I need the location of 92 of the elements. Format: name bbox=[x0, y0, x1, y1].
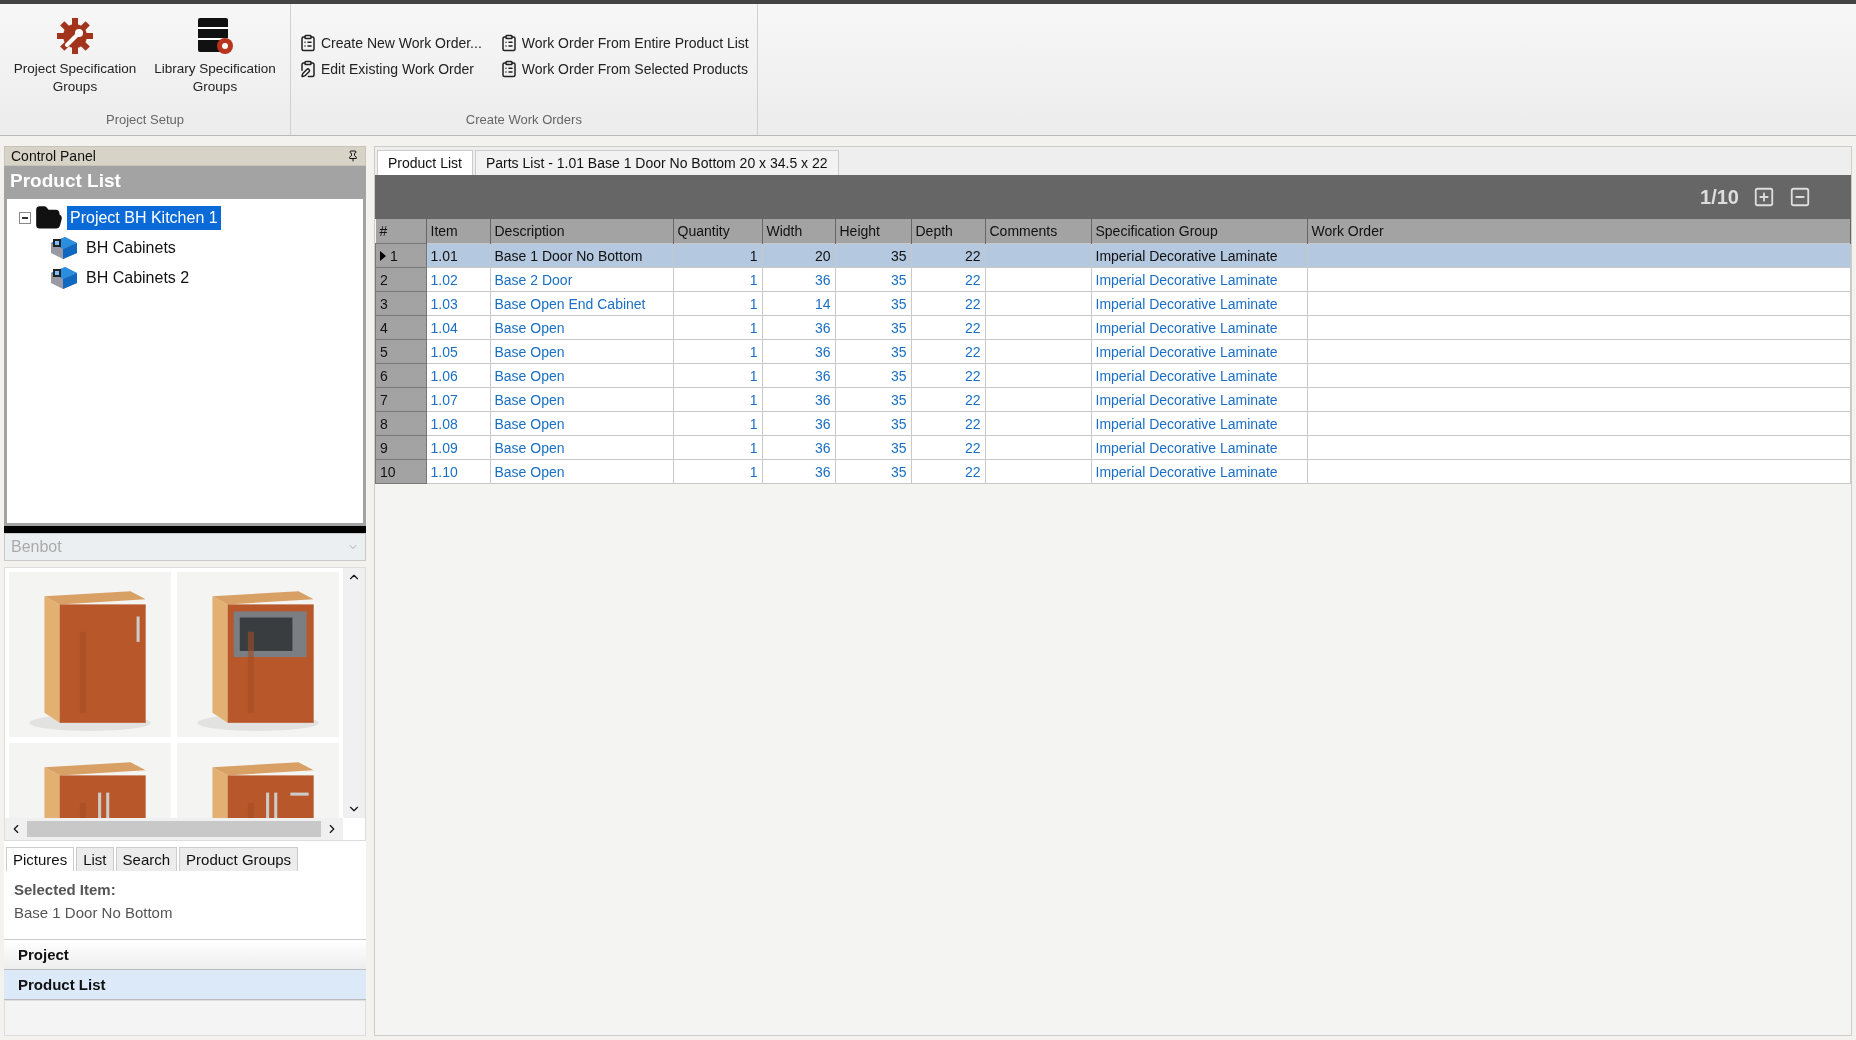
column-header[interactable]: Specification Group bbox=[1091, 219, 1307, 244]
table-cell: 20 bbox=[762, 243, 835, 268]
tree-item[interactable]: BH Cabinets bbox=[83, 236, 179, 260]
ribbon-button[interactable]: Work Order From Entire Product List bbox=[497, 34, 751, 52]
column-header[interactable]: Comments bbox=[985, 219, 1091, 244]
row-header[interactable]: 10 bbox=[375, 459, 426, 484]
ribbon-button[interactable]: Create New Work Order... bbox=[297, 34, 484, 52]
clipboard-icon bbox=[499, 60, 518, 78]
table-cell: Imperial Decorative Laminate bbox=[1091, 267, 1307, 292]
document-tab[interactable]: Product List bbox=[377, 150, 473, 175]
row-header[interactable]: 8 bbox=[375, 411, 426, 436]
table-cell: 1 bbox=[673, 363, 762, 388]
cabinet-gear-icon bbox=[195, 16, 235, 56]
table-cell: Imperial Decorative Laminate bbox=[1091, 339, 1307, 364]
remove-icon[interactable] bbox=[1789, 186, 1811, 208]
table-cell: 35 bbox=[835, 243, 911, 268]
table-cell: Base Open bbox=[490, 435, 673, 460]
nav-item[interactable]: Product List bbox=[4, 970, 366, 1000]
table-cell: Imperial Decorative Laminate bbox=[1091, 459, 1307, 484]
row-header[interactable]: 6 bbox=[375, 363, 426, 388]
table-cell: Imperial Decorative Laminate bbox=[1091, 291, 1307, 316]
table-cell: Base Open bbox=[490, 363, 673, 388]
table-cell: Base Open bbox=[490, 315, 673, 340]
column-header[interactable]: Height bbox=[835, 219, 911, 244]
page-counter: 1/10 bbox=[1700, 185, 1739, 209]
row-header[interactable]: 2 bbox=[375, 267, 426, 292]
table-cell: Imperial Decorative Laminate bbox=[1091, 387, 1307, 412]
ribbon-button[interactable]: Library Specification Groups bbox=[146, 16, 284, 96]
column-header[interactable]: Work Order bbox=[1307, 219, 1851, 244]
column-header[interactable]: Width bbox=[762, 219, 835, 244]
selected-item-value: Base 1 Door No Bottom bbox=[14, 904, 174, 921]
table-cell: Imperial Decorative Laminate bbox=[1091, 315, 1307, 340]
table-cell: Base Open bbox=[490, 339, 673, 364]
panel-title: Control Panel bbox=[11, 148, 96, 164]
row-header[interactable]: 9 bbox=[375, 435, 426, 460]
table-cell: Imperial Decorative Laminate bbox=[1091, 243, 1307, 268]
table-cell: 1 bbox=[673, 459, 762, 484]
column-header[interactable]: Quantity bbox=[673, 219, 762, 244]
gear-icon bbox=[55, 16, 95, 56]
row-header[interactable]: 1 bbox=[375, 243, 426, 268]
tree-item[interactable]: Project BH Kitchen 1 bbox=[67, 206, 221, 230]
tab[interactable]: Product Groups bbox=[179, 847, 299, 871]
nav-item[interactable]: Project bbox=[4, 940, 366, 970]
table-cell: 1 bbox=[673, 411, 762, 436]
row-header[interactable]: 7 bbox=[375, 387, 426, 412]
row-header[interactable]: 5 bbox=[375, 339, 426, 364]
table-cell: 22 bbox=[911, 243, 985, 268]
ribbon-button[interactable]: Project Specification Groups bbox=[6, 16, 144, 96]
add-icon[interactable] bbox=[1753, 186, 1775, 208]
table-cell: Base Open End Cabinet bbox=[490, 291, 673, 316]
table-cell: Imperial Decorative Laminate bbox=[1091, 435, 1307, 460]
table-cell: 1 bbox=[673, 315, 762, 340]
row-pointer-icon bbox=[380, 250, 386, 261]
cabinet-icon bbox=[49, 235, 79, 261]
group-label: Create Work Orders bbox=[464, 111, 583, 129]
table-cell: 1 bbox=[673, 243, 762, 268]
group-label: Project Setup bbox=[104, 111, 185, 129]
ribbon-button[interactable]: Edit Existing Work Order bbox=[297, 60, 484, 78]
table-cell: Base 2 Door bbox=[490, 267, 673, 292]
document-tab[interactable]: Parts List - 1.01 Base 1 Door No Bottom 20 x 34.5 x 22 bbox=[474, 150, 839, 175]
tab[interactable]: Pictures bbox=[6, 847, 75, 871]
table-cell: 1 bbox=[673, 435, 762, 460]
table-cell: Imperial Decorative Laminate bbox=[1091, 411, 1307, 436]
cabinet-icon bbox=[49, 265, 79, 291]
tab[interactable]: Search bbox=[115, 847, 178, 871]
selected-item-label: Selected Item: bbox=[14, 881, 117, 898]
table-cell: Base 1 Door No Bottom bbox=[490, 243, 673, 268]
column-header[interactable]: Description bbox=[490, 219, 673, 244]
tree-item[interactable]: BH Cabinets 2 bbox=[83, 266, 193, 290]
table-cell: 1.01 bbox=[426, 243, 490, 268]
clipboard-pen-icon bbox=[299, 60, 317, 78]
collapse-icon[interactable] bbox=[19, 212, 31, 224]
row-header[interactable]: 4 bbox=[375, 315, 426, 340]
tab[interactable]: List bbox=[76, 847, 114, 871]
table-cell: 1 bbox=[673, 291, 762, 316]
column-header[interactable]: Item bbox=[426, 219, 490, 244]
clipboard-icon bbox=[499, 34, 518, 52]
ribbon-button[interactable]: Work Order From Selected Products bbox=[497, 60, 751, 78]
table-cell: Base Open bbox=[490, 387, 673, 412]
table-cell: 1 bbox=[673, 339, 762, 364]
column-header[interactable]: Depth bbox=[911, 219, 985, 244]
clipboard-icon bbox=[299, 34, 317, 52]
panel-heading: Product List bbox=[4, 166, 366, 196]
table-cell: Base Open bbox=[490, 459, 673, 484]
row-header[interactable]: 3 bbox=[375, 291, 426, 316]
scrollbar-thumb[interactable] bbox=[27, 821, 321, 837]
column-header[interactable]: # bbox=[375, 219, 426, 244]
pin-icon[interactable] bbox=[347, 150, 359, 162]
table-cell: Imperial Decorative Laminate bbox=[1091, 363, 1307, 388]
table-cell: 1 bbox=[673, 267, 762, 292]
table-cell: Base Open bbox=[490, 411, 673, 436]
table-cell: 1 bbox=[673, 387, 762, 412]
